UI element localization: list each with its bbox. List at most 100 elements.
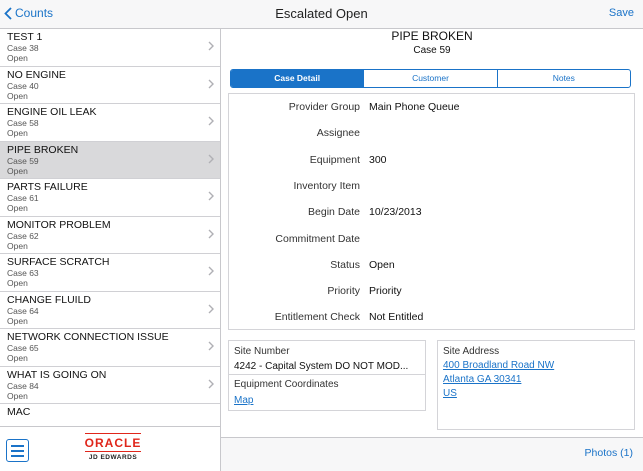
field-label: Equipment [309,153,360,166]
field-row: Status Open [229,253,636,279]
address-line-city[interactable]: Atlanta GA 30341 [443,374,521,385]
field-value[interactable]: 300 [369,154,387,166]
detail-tabs: Case Detail Customer Notes [230,69,631,88]
jde-logo-text: JD EDWARDS [88,454,138,461]
oracle-jde-logo: ORACLE JD EDWARDS [77,433,149,461]
site-info-box: Site Number 4242 - Capital System DO NOT… [228,340,426,411]
field-row: Provider Group Main Phone Queue [229,95,636,121]
logo-rule [85,433,141,434]
chevron-right-icon [208,379,214,388]
field-row: Begin Date 10/23/2013 [229,200,636,226]
field-label: Inventory Item [293,179,360,192]
page-title: Escalated Open [275,6,368,21]
site-number-label: Site Number [234,346,290,357]
list-item[interactable]: NO ENGINE Case 40 Open [0,67,220,104]
map-link[interactable]: Map [234,395,253,406]
tab-case-detail[interactable]: Case Detail [231,70,365,87]
case-status: Open [7,203,28,213]
list-item[interactable]: ENGINE OIL LEAK Case 58 Open [0,104,220,142]
case-detail-pane: PIPE BROKEN Case 59 Case Detail Customer… [221,29,643,437]
list-footer: ORACLE JD EDWARDS [0,426,221,471]
case-status: Open [7,240,28,251]
field-value[interactable]: 10/23/2013 [369,206,422,218]
case-number: Case 58 [7,118,39,128]
chevron-right-icon [208,116,214,126]
case-status: Open [7,165,28,176]
case-title: TEST 1 [7,31,43,43]
address-line-country[interactable]: US [443,388,457,399]
case-status: Open [7,390,28,401]
tab-notes[interactable]: Notes [498,70,630,87]
field-row: Equipment 300 [229,148,636,174]
field-row: Assignee [229,121,636,147]
list-item[interactable]: NETWORK CONNECTION ISSUE Case 65 Open [0,329,220,367]
chevron-right-icon [208,341,214,351]
case-number: Case 61 [7,193,39,203]
oracle-logo-text: ORACLE [84,436,142,450]
case-number: Case 59 [7,155,39,166]
case-status: Open [7,53,28,63]
navigation-bar: Counts Escalated Open Save [0,0,643,29]
detail-title: PIPE BROKEN [391,29,473,43]
site-address-box: Site Address 400 Broadland Road NW Atlan… [437,340,635,430]
site-address-label: Site Address [443,346,500,357]
list-item[interactable]: CHANGE FLUILD Case 64 Open [0,292,220,329]
list-item[interactable]: SURFACE SCRATCH Case 63 Open [0,254,220,292]
list-item[interactable]: PARTS FAILURE Case 61 Open [0,179,220,217]
case-number: Case 62 [7,230,39,241]
field-value[interactable]: Priority [369,285,402,297]
bottom-toolbar: Photos (1) [221,437,643,471]
case-number: Case 64 [7,305,39,316]
case-status: Open [7,353,28,363]
case-number: Case 84 [7,380,39,391]
chevron-right-icon [208,41,214,51]
case-number: Case 65 [7,343,39,353]
chevron-right-icon [208,304,214,313]
case-title: PIPE BROKEN [7,143,79,156]
hamburger-icon-line [11,450,24,452]
site-number-value: 4242 - Capital System DO NOT MOD... [234,361,409,372]
case-title: MONITOR PROBLEM [7,218,111,231]
list-item[interactable]: PIPE BROKEN Case 59 Open [0,141,220,179]
field-row: Inventory Item [229,174,636,200]
field-row: Entitlement Check Not Entitled [229,305,636,331]
field-row: Priority Priority [229,279,636,305]
case-title: CHANGE FLUILD [7,293,92,306]
case-title: NETWORK CONNECTION ISSUE [7,331,169,343]
field-label: Provider Group [288,101,360,113]
chevron-right-icon [208,191,214,201]
photos-button[interactable]: Photos (1) [585,447,633,459]
list-item[interactable]: TEST 1 Case 38 Open [0,29,220,67]
case-status: Open [7,90,28,101]
field-value[interactable]: Main Phone Queue [369,101,459,113]
list-item[interactable]: MAC [0,404,220,426]
case-title: WHAT IS GOING ON [7,368,107,381]
equipment-coordinates-label: Equipment Coordinates [234,379,339,390]
hamburger-icon [11,445,24,447]
menu-button[interactable] [6,439,29,462]
case-list: TEST 1 Case 38 Open NO ENGINE Case 40 Open ENG… [0,29,221,426]
field-value[interactable]: Not Entitled [369,311,423,323]
save-button[interactable]: Save [609,7,634,19]
case-status: Open [7,278,28,288]
chevron-right-icon [208,266,214,276]
detail-case-number: Case 59 [413,45,451,56]
field-label: Commitment Date [275,232,360,245]
field-label: Assignee [316,127,360,140]
case-number: Case 40 [7,80,39,91]
divider [229,374,425,375]
chevron-right-icon [208,79,214,88]
list-item[interactable]: MONITOR PROBLEM Case 62 Open [0,217,220,254]
case-number: Case 63 [7,268,39,278]
field-value[interactable]: Open [369,259,395,271]
case-title: PARTS FAILURE [7,181,88,193]
chevron-right-icon [208,229,214,238]
field-label: Status [330,258,360,271]
case-status: Open [7,315,28,326]
field-label: Begin Date [308,206,360,219]
tab-customer[interactable]: Customer [364,70,498,87]
address-line-street[interactable]: 400 Broadland Road NW [443,360,554,371]
case-title: ENGINE OIL LEAK [7,106,97,118]
list-item[interactable]: WHAT IS GOING ON Case 84 Open [0,367,220,404]
case-title: SURFACE SCRATCH [7,256,110,268]
